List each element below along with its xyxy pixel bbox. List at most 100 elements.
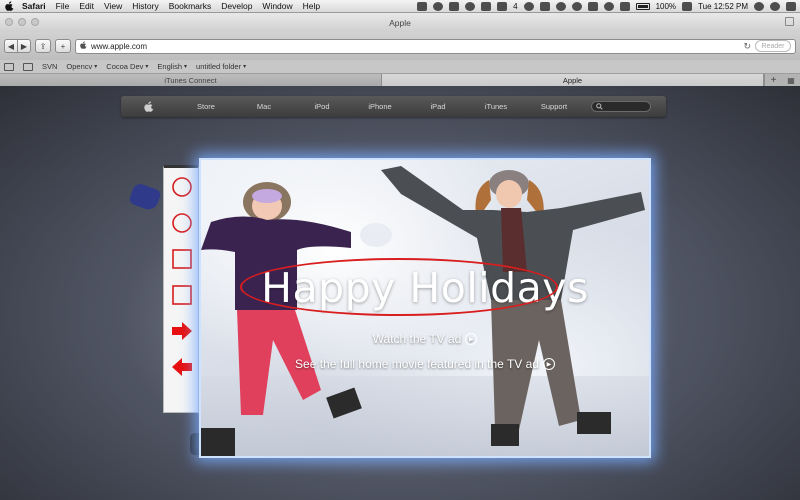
add-bookmark-button[interactable]: + [55, 39, 71, 53]
circle-tool-button[interactable] [171, 212, 193, 234]
fullscreen-icon[interactable] [785, 17, 794, 26]
menu-window[interactable]: Window [262, 0, 292, 13]
url-text[interactable]: www.apple.com [91, 42, 739, 51]
tab-overview-icon[interactable]: ▦ [782, 74, 800, 86]
apple-favicon-icon [80, 41, 87, 51]
annotation-tool-palette [163, 165, 199, 413]
time-machine-icon[interactable] [555, 1, 566, 11]
tab-itunes-connect[interactable]: iTunes Connect [0, 74, 382, 86]
close-window-button[interactable] [5, 18, 13, 26]
red-ellipse-annotation[interactable] [240, 258, 558, 316]
tab-apple[interactable]: Apple [382, 74, 764, 86]
tab-label: iTunes Connect [164, 75, 217, 85]
tag-icon[interactable] [449, 1, 460, 11]
spotlight-icon[interactable] [770, 1, 780, 11]
menubar-clock[interactable]: Tue 12:52 PM [698, 2, 748, 11]
forward-button[interactable]: ▶ [17, 39, 31, 53]
menu-app-safari[interactable]: Safari [22, 0, 46, 13]
volume-icon[interactable] [619, 1, 630, 11]
nav-store[interactable]: Store [177, 102, 235, 111]
status-area: 4 100% Tue 12:52 PM [417, 1, 796, 11]
user-icon[interactable] [754, 1, 764, 11]
arrow-right-tool-button[interactable] [171, 320, 193, 342]
hero-banner[interactable]: Happy Holidays Watch the TV ad ▶ See the… [199, 158, 651, 458]
clock-icon[interactable] [571, 1, 582, 11]
arrow-left-tool-button[interactable] [171, 356, 193, 378]
caret-down-icon: ▾ [94, 64, 98, 70]
menu-help[interactable]: Help [303, 0, 320, 13]
mail-count-badge: 4 [513, 1, 518, 11]
new-tab-button[interactable]: + [764, 74, 782, 86]
nav-ipad[interactable]: iPad [409, 102, 467, 111]
menu-bar: Safari File Edit View History Bookmarks … [0, 0, 800, 13]
nav-mac[interactable]: Mac [235, 102, 293, 111]
top-sites-icon[interactable] [23, 62, 33, 71]
watch-tv-ad-label: Watch the TV ad [372, 332, 462, 346]
back-button[interactable]: ◀ [4, 39, 18, 53]
rectangle-tool-button[interactable] [171, 284, 193, 306]
bookmarks-book-icon[interactable] [4, 62, 14, 71]
safari-toolbar: ◀ ▶ ⇪ + www.apple.com ↻ Reader [0, 32, 800, 60]
cloud-icon[interactable] [523, 1, 534, 11]
menu-view[interactable]: View [104, 0, 122, 13]
notification-center-icon[interactable] [786, 1, 796, 11]
nav-support[interactable]: Support [525, 102, 583, 111]
full-home-movie-label: See the full home movie featured in the … [295, 357, 539, 371]
share-button[interactable]: ⇪ [35, 39, 51, 53]
lock-icon[interactable] [539, 1, 550, 11]
nav-ipod[interactable]: iPod [293, 102, 351, 111]
skype-icon[interactable] [433, 1, 444, 11]
play-icon: ▶ [542, 358, 555, 370]
menu-develop[interactable]: Develop [221, 0, 252, 13]
apple-menu-icon[interactable] [4, 1, 14, 12]
battery-icon[interactable] [635, 2, 650, 10]
tab-bar: iTunes Connect Apple + ▦ [0, 74, 800, 86]
caret-down-icon: ▾ [145, 64, 149, 70]
play-icon: ▶ [465, 333, 478, 345]
search-icon [596, 103, 603, 110]
bookmark-untitled-folder[interactable]: untitled folder ▾ [196, 62, 246, 71]
bookmark-label: SVN [42, 62, 58, 71]
bookmark-opencv[interactable]: Opencv ▾ [66, 62, 97, 71]
menu-file[interactable]: File [56, 0, 70, 13]
minimize-window-button[interactable] [18, 18, 26, 26]
caret-down-icon: ▾ [243, 64, 247, 70]
apple-logo-icon[interactable] [121, 101, 177, 112]
menu-bookmarks[interactable]: Bookmarks [169, 0, 212, 13]
nav-search-input[interactable] [591, 101, 651, 112]
bookmark-label: untitled folder [196, 62, 242, 71]
battery-percent: 100% [655, 1, 677, 11]
bookmark-cocoa-dev[interactable]: Cocoa Dev ▾ [106, 62, 148, 71]
ghost-icon[interactable] [465, 1, 476, 11]
nav-iphone[interactable]: iPhone [351, 102, 409, 111]
bookmark-label: English [157, 62, 183, 71]
bookmark-label: Opencv [66, 62, 93, 71]
full-home-movie-link[interactable]: See the full home movie featured in the … [201, 357, 649, 371]
bookmark-svn[interactable]: SVN [42, 62, 57, 71]
eye-icon[interactable] [417, 1, 428, 11]
camera-icon[interactable] [481, 1, 492, 11]
wifi-icon[interactable] [603, 1, 614, 11]
caret-down-icon: ▾ [184, 64, 188, 70]
menu-edit[interactable]: Edit [79, 0, 94, 13]
bookmark-english[interactable]: English ▾ [157, 62, 187, 71]
ellipse-tool-button[interactable] [171, 176, 193, 198]
bluetooth-icon[interactable] [587, 1, 598, 11]
watch-tv-ad-link[interactable]: Watch the TV ad ▶ [201, 332, 649, 346]
apple-global-nav: Store Mac iPod iPhone iPad iTunes Suppor… [121, 96, 666, 117]
reader-button[interactable]: Reader [755, 40, 791, 52]
bookmarks-bar: SVN Opencv ▾ Cocoa Dev ▾ English ▾ untitled… [0, 60, 800, 74]
reload-icon[interactable]: ↻ [743, 41, 751, 52]
mail-icon[interactable] [497, 1, 508, 11]
menu-history[interactable]: History [132, 0, 158, 13]
window-controls [5, 18, 39, 26]
safari-window: Apple ◀ ▶ ⇪ + www.apple.com ↻ Reader SVN… [0, 13, 800, 500]
window-title: Apple [389, 17, 411, 28]
tab-label: Apple [562, 75, 583, 85]
zoom-window-button[interactable] [31, 18, 39, 26]
address-bar[interactable]: www.apple.com ↻ Reader [75, 38, 796, 54]
flag-icon[interactable] [682, 1, 693, 11]
square-tool-button[interactable] [171, 248, 193, 270]
bookmark-label: Cocoa Dev [106, 62, 144, 71]
nav-itunes[interactable]: iTunes [467, 102, 525, 111]
